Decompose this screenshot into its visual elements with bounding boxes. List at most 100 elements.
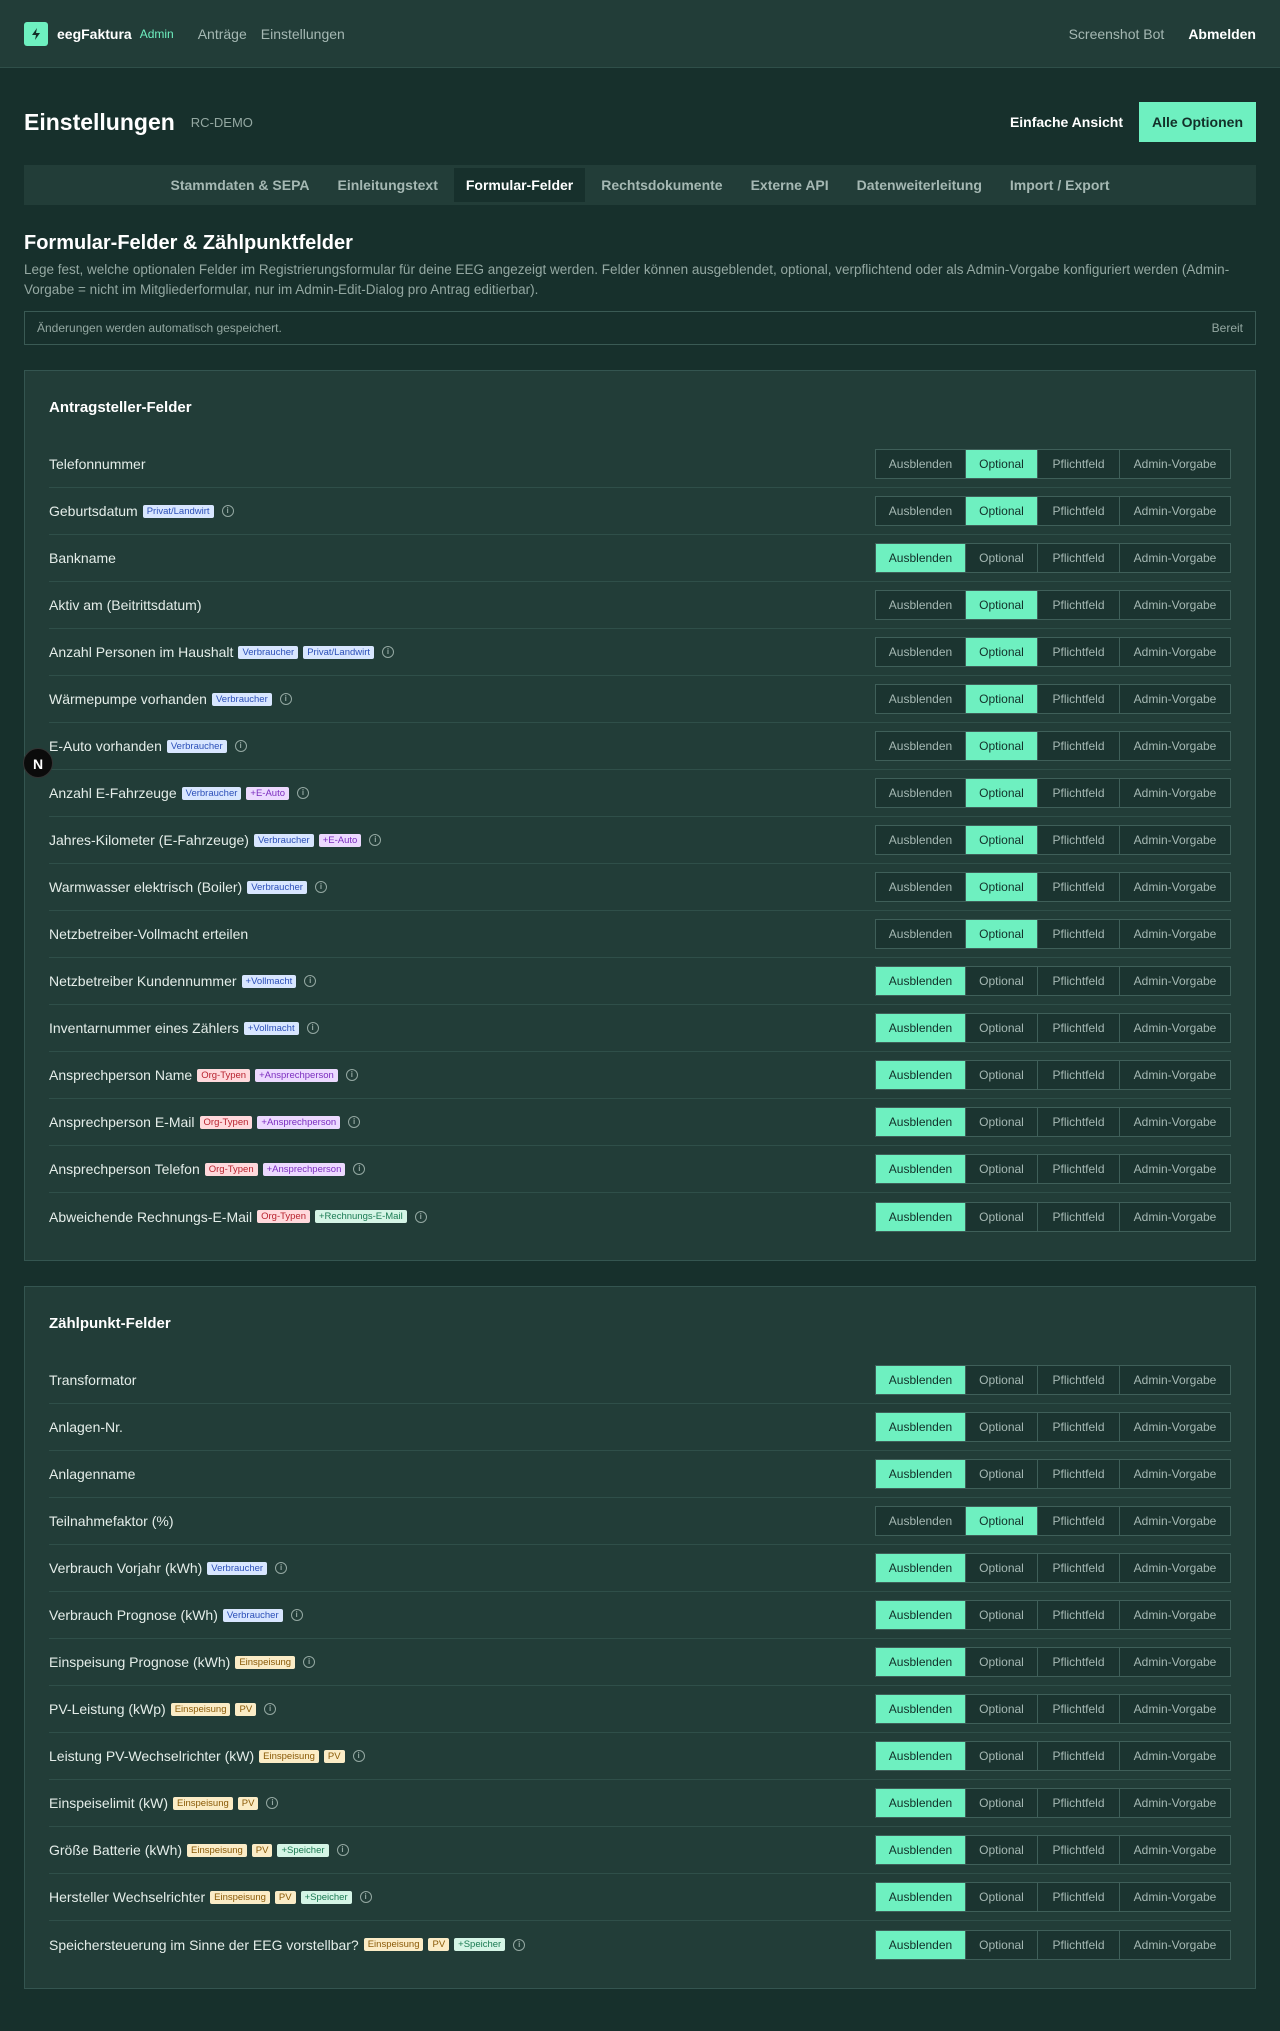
option-optional-button[interactable]: Optional — [966, 1366, 1038, 1394]
option-ausblenden-button[interactable]: Ausblenden — [876, 1648, 966, 1676]
option-admin-vorgabe-button[interactable]: Admin-Vorgabe — [1120, 1695, 1230, 1723]
option-pflichtfeld-button[interactable]: Pflichtfeld — [1038, 1789, 1120, 1817]
option-pflichtfeld-button[interactable]: Pflichtfeld — [1038, 1742, 1120, 1770]
option-admin-vorgabe-button[interactable]: Admin-Vorgabe — [1120, 1413, 1230, 1441]
tab-rechtsdokumente[interactable]: Rechtsdokumente — [589, 168, 734, 202]
option-admin-vorgabe-button[interactable]: Admin-Vorgabe — [1120, 873, 1230, 901]
option-pflichtfeld-button[interactable]: Pflichtfeld — [1038, 1061, 1120, 1089]
option-admin-vorgabe-button[interactable]: Admin-Vorgabe — [1120, 1014, 1230, 1042]
option-ausblenden-button[interactable]: Ausblenden — [876, 1554, 966, 1582]
nav-link-einstellungen[interactable]: Einstellungen — [261, 26, 345, 42]
tab-formular-felder[interactable]: Formular-Felder — [453, 168, 586, 202]
option-optional-button[interactable]: Optional — [966, 1108, 1038, 1136]
info-icon[interactable]: i — [353, 1163, 366, 1175]
option-ausblenden-button[interactable]: Ausblenden — [876, 1108, 966, 1136]
simple-view-button[interactable]: Einfache Ansicht — [994, 114, 1139, 130]
option-pflichtfeld-button[interactable]: Pflichtfeld — [1038, 920, 1120, 948]
option-admin-vorgabe-button[interactable]: Admin-Vorgabe — [1120, 1108, 1230, 1136]
option-pflichtfeld-button[interactable]: Pflichtfeld — [1038, 1460, 1120, 1488]
option-optional-button[interactable]: Optional — [966, 685, 1038, 713]
option-pflichtfeld-button[interactable]: Pflichtfeld — [1038, 826, 1120, 854]
option-optional-button[interactable]: Optional — [966, 1601, 1038, 1629]
info-icon[interactable]: i — [369, 834, 382, 846]
option-admin-vorgabe-button[interactable]: Admin-Vorgabe — [1120, 685, 1230, 713]
option-optional-button[interactable]: Optional — [966, 591, 1038, 619]
info-icon[interactable]: i — [352, 1750, 365, 1762]
info-icon[interactable]: i — [221, 505, 234, 517]
option-optional-button[interactable]: Optional — [966, 732, 1038, 760]
tab-stammdaten-sepa[interactable]: Stammdaten & SEPA — [159, 168, 322, 202]
option-optional-button[interactable]: Optional — [966, 967, 1038, 995]
option-admin-vorgabe-button[interactable]: Admin-Vorgabe — [1120, 1789, 1230, 1817]
option-pflichtfeld-button[interactable]: Pflichtfeld — [1038, 1155, 1120, 1183]
info-icon[interactable]: i — [382, 646, 395, 658]
option-ausblenden-button[interactable]: Ausblenden — [876, 497, 966, 525]
option-pflichtfeld-button[interactable]: Pflichtfeld — [1038, 1554, 1120, 1582]
option-ausblenden-button[interactable]: Ausblenden — [876, 1789, 966, 1817]
option-pflichtfeld-button[interactable]: Pflichtfeld — [1038, 685, 1120, 713]
option-admin-vorgabe-button[interactable]: Admin-Vorgabe — [1120, 638, 1230, 666]
option-admin-vorgabe-button[interactable]: Admin-Vorgabe — [1120, 1202, 1230, 1231]
option-admin-vorgabe-button[interactable]: Admin-Vorgabe — [1120, 544, 1230, 572]
option-pflichtfeld-button[interactable]: Pflichtfeld — [1038, 1695, 1120, 1723]
info-icon[interactable]: i — [264, 1703, 277, 1715]
option-pflichtfeld-button[interactable]: Pflichtfeld — [1038, 497, 1120, 525]
option-admin-vorgabe-button[interactable]: Admin-Vorgabe — [1120, 967, 1230, 995]
option-optional-button[interactable]: Optional — [966, 1695, 1038, 1723]
option-admin-vorgabe-button[interactable]: Admin-Vorgabe — [1120, 1648, 1230, 1676]
tab-import-export[interactable]: Import / Export — [998, 168, 1122, 202]
info-icon[interactable]: i — [513, 1938, 526, 1951]
option-pflichtfeld-button[interactable]: Pflichtfeld — [1038, 450, 1120, 478]
option-optional-button[interactable]: Optional — [966, 1930, 1038, 1959]
info-icon[interactable]: i — [297, 787, 309, 799]
option-pflichtfeld-button[interactable]: Pflichtfeld — [1038, 1014, 1120, 1042]
info-icon[interactable]: i — [234, 740, 247, 752]
option-ausblenden-button[interactable]: Ausblenden — [876, 1836, 966, 1864]
logout-button[interactable]: Abmelden — [1188, 26, 1256, 42]
option-admin-vorgabe-button[interactable]: Admin-Vorgabe — [1120, 920, 1230, 948]
option-ausblenden-button[interactable]: Ausblenden — [876, 1014, 966, 1042]
option-ausblenden-button[interactable]: Ausblenden — [876, 450, 966, 478]
option-ausblenden-button[interactable]: Ausblenden — [876, 1507, 966, 1535]
option-ausblenden-button[interactable]: Ausblenden — [876, 544, 966, 572]
info-icon[interactable]: i — [336, 1844, 349, 1856]
option-optional-button[interactable]: Optional — [966, 1155, 1038, 1183]
option-ausblenden-button[interactable]: Ausblenden — [876, 638, 966, 666]
option-optional-button[interactable]: Optional — [966, 1061, 1038, 1089]
option-optional-button[interactable]: Optional — [966, 873, 1038, 901]
option-optional-button[interactable]: Optional — [966, 1742, 1038, 1770]
option-ausblenden-button[interactable]: Ausblenden — [876, 1695, 966, 1723]
option-optional-button[interactable]: Optional — [966, 779, 1038, 807]
option-admin-vorgabe-button[interactable]: Admin-Vorgabe — [1120, 1366, 1230, 1394]
info-icon[interactable]: i — [266, 1797, 279, 1809]
option-ausblenden-button[interactable]: Ausblenden — [876, 1413, 966, 1441]
info-icon[interactable]: i — [304, 975, 317, 987]
option-pflichtfeld-button[interactable]: Pflichtfeld — [1038, 1413, 1120, 1441]
option-ausblenden-button[interactable]: Ausblenden — [876, 779, 966, 807]
option-admin-vorgabe-button[interactable]: Admin-Vorgabe — [1120, 497, 1230, 525]
info-icon[interactable]: i — [275, 1562, 288, 1574]
option-pflichtfeld-button[interactable]: Pflichtfeld — [1038, 732, 1120, 760]
floating-n-button[interactable]: N — [23, 748, 53, 778]
option-optional-button[interactable]: Optional — [966, 1836, 1038, 1864]
option-ausblenden-button[interactable]: Ausblenden — [876, 1155, 966, 1183]
option-ausblenden-button[interactable]: Ausblenden — [876, 826, 966, 854]
option-pflichtfeld-button[interactable]: Pflichtfeld — [1038, 591, 1120, 619]
option-admin-vorgabe-button[interactable]: Admin-Vorgabe — [1120, 732, 1230, 760]
info-icon[interactable]: i — [359, 1891, 372, 1903]
option-ausblenden-button[interactable]: Ausblenden — [876, 1460, 966, 1488]
option-optional-button[interactable]: Optional — [966, 450, 1038, 478]
option-pflichtfeld-button[interactable]: Pflichtfeld — [1038, 1601, 1120, 1629]
info-icon[interactable]: i — [306, 1022, 319, 1034]
option-pflichtfeld-button[interactable]: Pflichtfeld — [1038, 1648, 1120, 1676]
option-pflichtfeld-button[interactable]: Pflichtfeld — [1038, 873, 1120, 901]
nav-link-antraege[interactable]: Anträge — [198, 26, 247, 42]
brand-name[interactable]: eegFaktura — [57, 26, 132, 42]
all-options-button[interactable]: Alle Optionen — [1139, 102, 1256, 142]
option-pflichtfeld-button[interactable]: Pflichtfeld — [1038, 1507, 1120, 1535]
option-admin-vorgabe-button[interactable]: Admin-Vorgabe — [1120, 1507, 1230, 1535]
option-pflichtfeld-button[interactable]: Pflichtfeld — [1038, 967, 1120, 995]
option-ausblenden-button[interactable]: Ausblenden — [876, 591, 966, 619]
option-admin-vorgabe-button[interactable]: Admin-Vorgabe — [1120, 779, 1230, 807]
option-optional-button[interactable]: Optional — [966, 1413, 1038, 1441]
